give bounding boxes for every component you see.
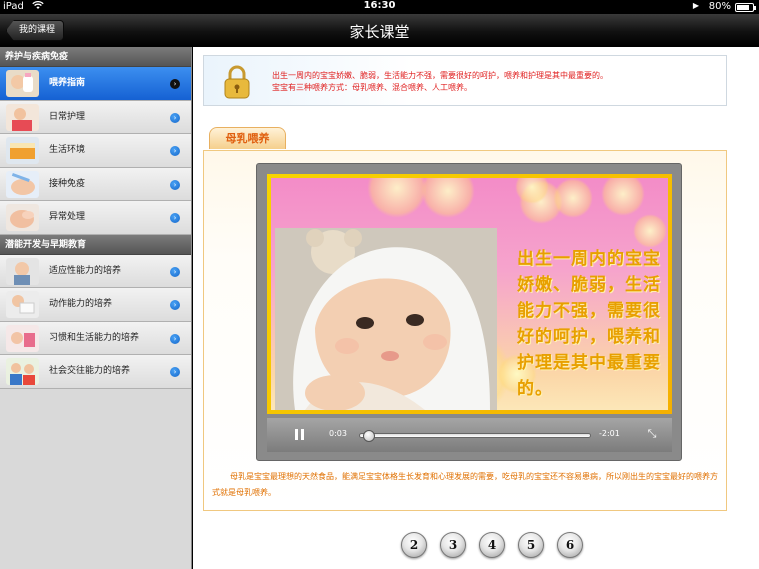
sidebar-section-header: 潜能开发与早期教育: [0, 234, 191, 255]
adaptability-thumbnail: [6, 257, 39, 285]
sidebar-item-motor-skills[interactable]: 动作能力的培养 ›: [0, 288, 191, 322]
battery-percent: 80%: [708, 1, 731, 12]
intro-line-1: 出生一周内的宝宝娇嫩、脆弱，生活能力不强，需要很好的呵护，喂养和护理是其中最重要…: [272, 71, 608, 80]
pause-icon[interactable]: [295, 429, 304, 440]
chevron-right-icon: ›: [170, 333, 180, 344]
sidebar-item-vaccination[interactable]: 接种免疫 ›: [0, 167, 191, 201]
video-controls: 0:03 -2:01 ⤡: [267, 418, 672, 452]
progress-track[interactable]: [359, 430, 591, 442]
navigation-bar: 我的课程 家长课堂: [0, 14, 759, 47]
sidebar-item-label: 动作能力的培养: [49, 299, 113, 309]
page-button-6[interactable]: 6: [557, 532, 583, 558]
current-time: 0:03: [329, 429, 347, 438]
battery-icon: [735, 3, 756, 12]
sidebar-item-label: 生活环境: [49, 145, 86, 155]
sidebar-item-living-environment[interactable]: 生活环境 ›: [0, 134, 191, 168]
page-button-4[interactable]: 4: [479, 532, 505, 558]
sidebar-item-label: 喂养指南: [49, 78, 86, 88]
sidebar-item-label: 适应性能力的培养: [49, 265, 122, 276]
chevron-right-icon: ›: [170, 146, 180, 156]
lesson-panel: 出生一周内的宝宝娇嫩、脆弱，生活能力不强，需要很好的呵护，喂养和护理是其中最重要…: [203, 150, 727, 511]
clock: 16:30: [363, 0, 396, 11]
chevron-right-icon: ›: [170, 367, 180, 377]
sidebar-item-social-skills[interactable]: 社会交往能力的培养 ›: [0, 355, 191, 389]
sidebar-item-habits-and-life-skills[interactable]: 习惯和生活能力的培养 ›: [0, 321, 191, 355]
main-content: 出生一周内的宝宝娇嫩、脆弱，生活能力不强，需要很好的呵护，喂养和护理是其中最重要…: [193, 47, 759, 569]
video-scene: 出生一周内的宝宝娇嫩、脆弱，生活能力不强，需要很好的呵护，喂养和护理是其中最重要…: [271, 178, 668, 410]
pager: 2 3 4 5 6: [401, 532, 596, 558]
chevron-right-icon: ›: [170, 300, 180, 310]
sidebar-item-daily-care[interactable]: 日常护理 ›: [0, 100, 191, 134]
page-button-2[interactable]: 2: [401, 532, 427, 558]
video-frame: 出生一周内的宝宝娇嫩、脆弱，生活能力不强，需要很好的呵护，喂养和护理是其中最重要…: [267, 174, 672, 414]
page-title: 家长课堂: [349, 23, 410, 41]
intro-box: 出生一周内的宝宝娇嫩、脆弱，生活能力不强，需要很好的呵护，喂养和护理是其中最重要…: [203, 55, 727, 106]
environment-thumbnail: [6, 137, 39, 164]
chevron-right-icon: ›: [170, 112, 180, 123]
lesson-paragraph: 母乳是宝宝最理想的天然食品，能满足宝宝体格生长发育和心理发展的需要，吃母乳的宝宝…: [212, 472, 718, 497]
page-button-3[interactable]: 3: [440, 532, 466, 558]
play-icon: ▶: [692, 1, 699, 10]
sidebar-item-label: 习惯和生活能力的培养: [49, 332, 140, 343]
chevron-right-icon: ›: [170, 213, 180, 223]
vaccination-thumbnail: [6, 170, 39, 198]
sidebar: 养护与疾病免疫 喂养指南 › 日常护理 › 生活环境 › 接种免疫 › 异常处理…: [0, 47, 192, 569]
daily-care-thumbnail: [6, 103, 39, 131]
habits-thumbnail: [6, 324, 39, 352]
video-player[interactable]: 出生一周内的宝宝娇嫩、脆弱，生活能力不强，需要很好的呵护，喂养和护理是其中最重要…: [256, 163, 682, 461]
chevron-right-icon: ›: [170, 179, 180, 190]
status-bar: iPad 16:30 ▶ 80%: [0, 0, 759, 14]
chevron-right-icon: ›: [170, 79, 180, 89]
feeding-thumbnail: [6, 70, 39, 97]
sidebar-item-abnormal-handling[interactable]: 异常处理 ›: [0, 201, 191, 235]
intro-line-2: 宝宝有三种喂养方式：母乳喂养、混合喂养、人工喂养。: [272, 83, 472, 92]
social-skills-thumbnail: [6, 358, 39, 385]
progress-knob[interactable]: [362, 430, 375, 442]
chevron-right-icon: ›: [170, 266, 180, 277]
sidebar-item-label: 日常护理: [49, 111, 86, 122]
sidebar-item-feeding-guide[interactable]: 喂养指南 ›: [0, 67, 191, 101]
tab-breastfeeding[interactable]: 母乳喂养: [209, 127, 286, 149]
sidebar-item-adaptability[interactable]: 适应性能力的培养 ›: [0, 254, 191, 288]
motor-skills-thumbnail: [6, 291, 39, 318]
page-button-5[interactable]: 5: [518, 532, 544, 558]
video-overlay-text: 出生一周内的宝宝娇嫩、脆弱，生活能力不强，需要很好的呵护，喂养和护理是其中最重要…: [517, 249, 661, 399]
remaining-time: -2:01: [599, 429, 620, 438]
abnormal-handling-thumbnail: [6, 204, 39, 231]
sidebar-item-label: 社会交往能力的培养: [49, 366, 131, 376]
sidebar-section-header: 养护与疾病免疫: [0, 47, 191, 67]
fullscreen-icon[interactable]: ⤡: [645, 427, 659, 441]
sidebar-item-label: 接种免疫: [49, 178, 86, 189]
sidebar-item-label: 异常处理: [49, 212, 86, 222]
baby-photo: [275, 228, 497, 410]
lock-icon: [224, 65, 250, 99]
